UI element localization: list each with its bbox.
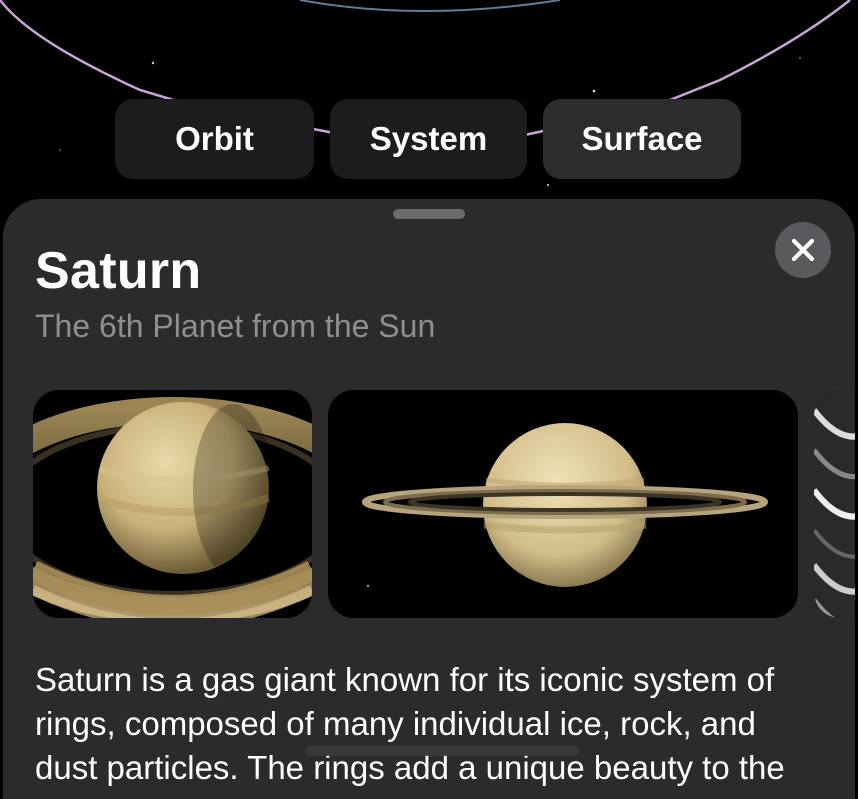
photo-gallery[interactable] <box>3 390 855 618</box>
sheet-grabber[interactable] <box>393 209 465 219</box>
system-button[interactable]: System <box>330 99 527 179</box>
saturn-closeup-photo[interactable] <box>33 390 312 618</box>
planet-subtitle: The 6th Planet from the Sun <box>35 308 436 344</box>
star <box>799 57 801 59</box>
star <box>546 183 550 187</box>
home-indicator[interactable] <box>305 746 579 756</box>
orbit-button[interactable]: Orbit <box>115 99 314 179</box>
saturn-rings-detail-photo[interactable] <box>814 390 855 618</box>
planet-description: Saturn is a gas giant known for its icon… <box>35 661 785 799</box>
planet-title: Saturn <box>35 242 202 300</box>
saturn-ring-edge-photo[interactable] <box>328 390 798 618</box>
surface-button[interactable]: Surface <box>543 99 741 179</box>
star <box>151 61 155 65</box>
close-icon <box>791 238 815 262</box>
star <box>592 89 596 93</box>
view-mode-selector: Orbit System Surface <box>0 99 858 179</box>
close-button[interactable] <box>775 222 831 278</box>
planet-info-sheet: Saturn The 6th Planet from the Sun Satur… <box>3 199 855 799</box>
